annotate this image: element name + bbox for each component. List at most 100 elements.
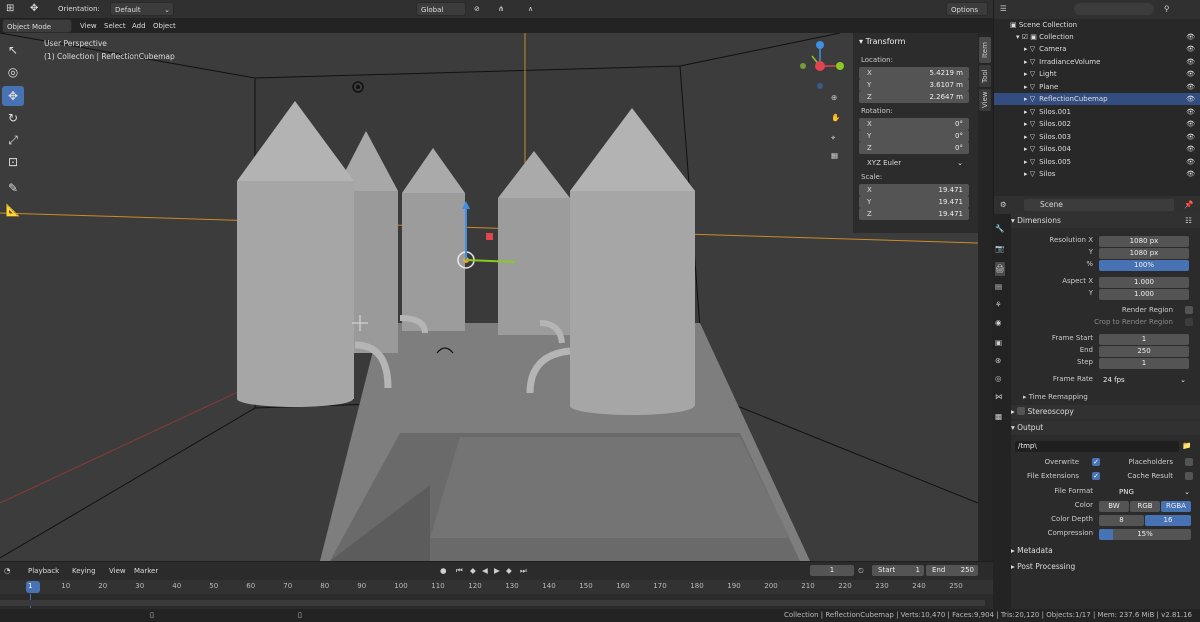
pivot-icon[interactable]: ⊘ <box>470 2 484 16</box>
list-icon[interactable]: ☷ <box>1185 214 1192 228</box>
color-depth-8-button[interactable]: 8 <box>1099 515 1144 526</box>
outliner-item[interactable]: ▸ ▽ Camera 👁 <box>994 43 1200 55</box>
timeline-type-icon[interactable]: ◔ <box>4 564 11 578</box>
transform-header[interactable]: ▾ Transform <box>859 37 905 46</box>
tab-item[interactable]: Item <box>979 37 991 63</box>
rotation-mode-dropdown[interactable]: XYZ Euler ⌄ <box>859 157 969 169</box>
eye-icon[interactable]: 👁 <box>1186 143 1195 155</box>
resolution-x-field[interactable]: 1080 px <box>1099 236 1189 247</box>
outliner-type-icon[interactable]: ☰ <box>1000 2 1007 16</box>
outliner-item[interactable]: ▸ ▽ Silos 👁 <box>994 168 1200 180</box>
stereoscopy-checkbox[interactable] <box>1017 407 1026 415</box>
output-panel-header[interactable]: ▾ Output <box>1011 421 1200 435</box>
editor-type-icon[interactable]: ⊞ <box>2 2 18 16</box>
transform-icon[interactable]: ⊡ <box>2 152 24 172</box>
frame-start-field[interactable]: 1 <box>1099 334 1189 345</box>
frame-step-field[interactable]: 1 <box>1099 358 1189 369</box>
menu-object[interactable]: Object <box>149 19 180 33</box>
outliner-item[interactable]: ▸ ▽ IrradianceVolume 👁 <box>994 56 1200 68</box>
scene-collection-row[interactable]: ▣ Scene Collection <box>994 19 1200 31</box>
aspect-y-field[interactable]: 1.000 <box>1099 289 1189 300</box>
tab-view[interactable]: View <box>979 89 991 111</box>
frame-rate-dropdown[interactable]: 24 fps ⌄ <box>1099 375 1189 386</box>
outliner-item[interactable]: ▸ ▽ Light 👁 <box>994 68 1200 80</box>
folder-icon[interactable]: 📁 <box>1182 439 1191 453</box>
eye-icon[interactable]: 👁 <box>1186 118 1195 130</box>
rotate-icon[interactable]: ↻ <box>2 108 24 128</box>
properties-type-icon[interactable]: ⚙ <box>1000 198 1007 212</box>
outliner-item[interactable]: ▸ ▽ Silos.003 👁 <box>994 131 1200 143</box>
eye-icon[interactable]: 👁 <box>1186 106 1195 118</box>
color-bw-button[interactable]: BW <box>1099 501 1129 512</box>
compression-slider[interactable]: 15% <box>1099 529 1191 540</box>
overwrite-checkbox[interactable]: ✓ <box>1092 458 1100 466</box>
tab-tool[interactable]: Tool <box>979 65 991 87</box>
collection-row[interactable]: ▾ ☑ ▣ Collection 👁 <box>994 31 1200 43</box>
color-rgba-button[interactable]: RGBA <box>1161 501 1191 512</box>
jump-start-icon[interactable]: ⏮ <box>456 564 463 578</box>
menu-playback[interactable]: Playback <box>24 564 63 578</box>
clock-icon[interactable]: ⏲ <box>858 564 864 578</box>
file-extensions-checkbox[interactable]: ✓ <box>1092 472 1100 480</box>
scale-x[interactable]: X 19.471 <box>859 184 969 196</box>
time-remapping-header[interactable]: ▸ Time Remapping <box>1023 393 1088 401</box>
menu-select[interactable]: Select <box>100 19 130 33</box>
eye-icon[interactable]: 👁 <box>1186 43 1195 55</box>
location-z[interactable]: Z 2.2647 m <box>859 91 969 103</box>
location-x[interactable]: X 5.4219 m <box>859 67 969 79</box>
render-region-checkbox[interactable] <box>1185 306 1193 314</box>
cache-result-checkbox[interactable] <box>1185 472 1193 480</box>
placeholders-checkbox[interactable] <box>1185 458 1193 466</box>
dimensions-panel-header[interactable]: ▾ Dimensions ☷ <box>1011 214 1200 228</box>
snap-icon[interactable]: ⋔ <box>494 2 508 16</box>
eye-icon[interactable]: 👁 <box>1186 93 1195 105</box>
proportional-edit-icon[interactable]: ∧ <box>524 2 537 16</box>
file-format-dropdown[interactable]: PNG ⌄ <box>1105 487 1193 498</box>
aspect-x-field[interactable]: 1.000 <box>1099 277 1189 288</box>
record-icon[interactable]: ● <box>440 564 447 578</box>
pin-icon[interactable]: 📌 <box>1184 198 1193 212</box>
output-path-input[interactable]: /tmp\ <box>1015 441 1179 452</box>
next-keyframe-icon[interactable]: ◆ <box>506 564 512 578</box>
resolution-y-field[interactable]: 1080 px <box>1099 248 1189 259</box>
post-processing-panel-header[interactable]: ▸ Post Processing <box>1011 560 1200 574</box>
color-depth-16-button[interactable]: 16 <box>1145 515 1191 526</box>
location-y[interactable]: Y 3.6107 m <box>859 79 969 91</box>
start-frame-field[interactable]: Start 1 <box>872 565 924 576</box>
eye-icon[interactable]: 👁 <box>1186 156 1195 168</box>
current-frame-field[interactable]: 1 <box>810 565 854 576</box>
outliner-item[interactable]: ▸ ▽ Plane 👁 <box>994 81 1200 93</box>
outliner-item[interactable]: ▸ ▽ Silos.001 👁 <box>994 106 1200 118</box>
play-icon[interactable]: ▶ <box>494 564 500 578</box>
metadata-panel-header[interactable]: ▸ Metadata <box>1011 544 1200 558</box>
resolution-percent-field[interactable]: 100% <box>1099 260 1189 271</box>
transform-gizmo-icon[interactable]: ✥ <box>26 2 42 16</box>
navigation-gizmo[interactable] <box>800 38 848 104</box>
prev-keyframe-icon[interactable]: ◆ <box>470 564 476 578</box>
annotate-icon[interactable]: ✎ <box>2 178 24 198</box>
outliner-item[interactable]: ▸ ▽ Silos.005 👁 <box>994 156 1200 168</box>
outliner-item[interactable]: ▸ ▽ Silos.002 👁 <box>994 118 1200 130</box>
eye-icon[interactable]: 👁 <box>1186 131 1195 143</box>
zoom-icon[interactable]: ⊕ <box>831 91 837 105</box>
crop-region-checkbox[interactable] <box>1185 318 1193 326</box>
select-cursor-icon[interactable]: ↖ <box>2 40 24 60</box>
jump-end-icon[interactable]: ⏭ <box>520 564 527 578</box>
orientation-dropdown[interactable]: Default ⌄ <box>110 2 174 16</box>
scale-y[interactable]: Y 19.471 <box>859 196 969 208</box>
filter-icon[interactable]: ⚲ <box>1164 2 1170 16</box>
measure-icon[interactable]: 📐 <box>2 200 24 220</box>
play-reverse-icon[interactable]: ◀ <box>482 564 488 578</box>
move-icon[interactable]: ✥ <box>2 86 24 106</box>
menu-view[interactable]: View <box>76 19 101 33</box>
end-frame-field[interactable]: End 250 <box>926 565 978 576</box>
eye-icon[interactable]: 👁 <box>1186 31 1195 43</box>
eye-icon[interactable]: 👁 <box>1186 68 1195 80</box>
menu-marker[interactable]: Marker <box>130 564 162 578</box>
transform-space-dropdown[interactable]: Global <box>416 2 466 16</box>
grid-icon[interactable]: ▦ <box>831 149 838 163</box>
eye-icon[interactable]: 👁 <box>1186 81 1195 93</box>
menu-add[interactable]: Add <box>128 19 150 33</box>
eye-icon[interactable]: 👁 <box>1186 56 1195 68</box>
rotation-y[interactable]: Y 0° <box>859 130 969 142</box>
